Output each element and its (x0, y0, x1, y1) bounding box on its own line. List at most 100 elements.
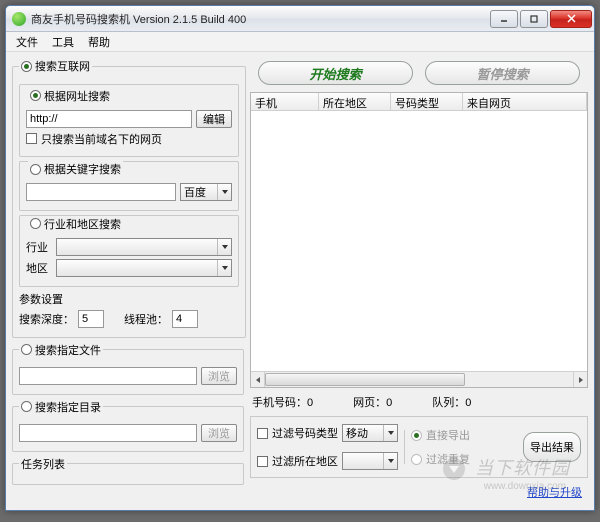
chevron-down-icon (383, 425, 397, 441)
browse-file-button[interactable]: 浏览 (201, 367, 237, 385)
chevron-down-icon (217, 184, 231, 200)
window-controls (488, 10, 592, 28)
pause-search-button[interactable]: 暂停搜索 (425, 61, 580, 85)
dir-path-input[interactable] (19, 424, 197, 442)
radio-icon (21, 344, 32, 355)
menubar: 文件 工具 帮助 (6, 32, 594, 52)
status-queue-value: 0 (465, 397, 471, 409)
left-column: 搜索互联网 根据网址搜索 编辑 只搜索当前域名下的网页 (12, 58, 244, 504)
status-bar: 手机号码：0 网页：0 队列：0 (250, 392, 588, 412)
depth-input[interactable] (78, 310, 104, 328)
subgroup-by-url: 根据网址搜索 编辑 只搜索当前域名下的网页 (19, 84, 239, 157)
scroll-thumb[interactable] (265, 373, 465, 386)
filter-type-combo[interactable]: 移动 (342, 424, 398, 442)
chevron-down-icon (217, 260, 231, 276)
radio-icon (21, 61, 32, 72)
close-button[interactable] (550, 10, 592, 28)
table-body (251, 111, 587, 371)
titlebar[interactable]: 商友手机号码搜索机 Version 2.1.5 Build 400 (6, 6, 594, 32)
region-combo[interactable] (56, 259, 232, 277)
radio-search-internet[interactable]: 搜索互联网 (19, 58, 92, 74)
radio-by-keyword[interactable]: 根据关键字搜索 (28, 161, 123, 177)
label-search-dir: 搜索指定目录 (35, 399, 101, 415)
scroll-left-icon[interactable] (251, 372, 265, 387)
export-button[interactable]: 导出结果 (523, 432, 581, 462)
window-title: 商友手机号码搜索机 Version 2.1.5 Build 400 (31, 11, 488, 27)
browse-dir-button[interactable]: 浏览 (201, 424, 237, 442)
engine-combo[interactable]: 百度 (180, 183, 232, 201)
menu-file[interactable]: 文件 (10, 32, 44, 52)
filter-region-combo[interactable] (342, 452, 398, 470)
start-search-button[interactable]: 开始搜索 (258, 61, 413, 85)
menu-tools[interactable]: 工具 (46, 32, 80, 52)
chevron-down-icon (383, 453, 397, 469)
menu-help[interactable]: 帮助 (82, 32, 116, 52)
engine-value: 百度 (181, 184, 217, 200)
label-direct-export: 直接导出 (426, 427, 470, 443)
col-region[interactable]: 所在地区 (319, 93, 391, 110)
group-search-dir: 搜索指定目录 浏览 (12, 399, 244, 452)
edit-button[interactable]: 编辑 (196, 110, 232, 128)
keyword-input[interactable] (26, 183, 176, 201)
label-dedup-export: 过滤重复 (426, 451, 470, 467)
checkbox-filter-region[interactable] (257, 456, 268, 467)
label-search-file: 搜索指定文件 (35, 342, 101, 358)
radio-icon (30, 90, 41, 101)
label-filter-type: 过滤号码类型 (272, 425, 338, 441)
status-queue-label: 队列： (432, 397, 465, 409)
params-section: 参数设置 搜索深度： 线程池： (19, 291, 239, 328)
url-input[interactable] (26, 110, 192, 128)
label-threads: 线程池： (124, 311, 168, 327)
h-scrollbar[interactable] (251, 371, 587, 387)
group-search-file: 搜索指定文件 浏览 (12, 342, 244, 395)
client-area: 搜索互联网 根据网址搜索 编辑 只搜索当前域名下的网页 (6, 52, 594, 510)
radio-search-dir[interactable]: 搜索指定目录 (19, 399, 103, 415)
filter-type-value: 移动 (343, 425, 383, 441)
radio-by-industry[interactable]: 行业和地区搜索 (28, 216, 123, 232)
status-page-label: 网页： (353, 397, 386, 409)
radio-icon (30, 164, 41, 175)
export-panel: 过滤号码类型 移动 过滤所在地区 (250, 416, 588, 478)
col-phone[interactable]: 手机 (251, 93, 319, 110)
subgroup-by-keyword: 根据关键字搜索 百度 (19, 161, 239, 212)
watermark-url: www.downxia.com (484, 481, 566, 492)
label-by-industry: 行业和地区搜索 (44, 216, 121, 232)
label-depth: 搜索深度： (19, 311, 74, 327)
label-by-keyword: 根据关键字搜索 (44, 161, 121, 177)
radio-search-file[interactable]: 搜索指定文件 (19, 342, 103, 358)
label-params: 参数设置 (19, 294, 63, 306)
radio-direct-export[interactable] (411, 430, 422, 441)
chevron-down-icon (217, 239, 231, 255)
status-page-value: 0 (386, 397, 392, 409)
file-path-input[interactable] (19, 367, 197, 385)
status-phone-value: 0 (307, 397, 313, 409)
label-region: 地区 (26, 260, 52, 276)
scroll-right-icon[interactable] (573, 372, 587, 387)
label-only-domain: 只搜索当前域名下的网页 (41, 131, 162, 147)
checkbox-filter-type[interactable] (257, 428, 268, 439)
group-task-list: 任务列表 (12, 456, 244, 485)
col-from[interactable]: 来自网页 (463, 93, 587, 110)
radio-dedup-export[interactable] (411, 454, 422, 465)
label-by-url: 根据网址搜索 (44, 88, 110, 104)
col-type[interactable]: 号码类型 (391, 93, 463, 110)
label-search-internet: 搜索互联网 (35, 58, 90, 74)
label-industry: 行业 (26, 239, 52, 255)
group-search-internet: 搜索互联网 根据网址搜索 编辑 只搜索当前域名下的网页 (12, 58, 246, 338)
subgroup-by-industry: 行业和地区搜索 行业 地区 (19, 215, 239, 287)
app-window: 商友手机号码搜索机 Version 2.1.5 Build 400 文件 工具 … (5, 5, 595, 511)
threads-input[interactable] (172, 310, 198, 328)
radio-by-url[interactable]: 根据网址搜索 (28, 88, 112, 104)
checkbox-only-domain[interactable] (26, 133, 37, 144)
results-table[interactable]: 手机 所在地区 号码类型 来自网页 (250, 92, 588, 388)
label-filter-region: 过滤所在地区 (272, 453, 338, 469)
industry-combo[interactable] (56, 238, 232, 256)
minimize-button[interactable] (490, 10, 518, 28)
maximize-button[interactable] (520, 10, 548, 28)
divider (404, 430, 405, 464)
status-phone-label: 手机号码： (252, 397, 307, 409)
radio-icon (30, 218, 41, 229)
right-column: 开始搜索 暂停搜索 手机 所在地区 号码类型 来自网页 手机号码：0 (250, 58, 588, 504)
label-task-list: 任务列表 (21, 456, 65, 472)
radio-icon (21, 401, 32, 412)
